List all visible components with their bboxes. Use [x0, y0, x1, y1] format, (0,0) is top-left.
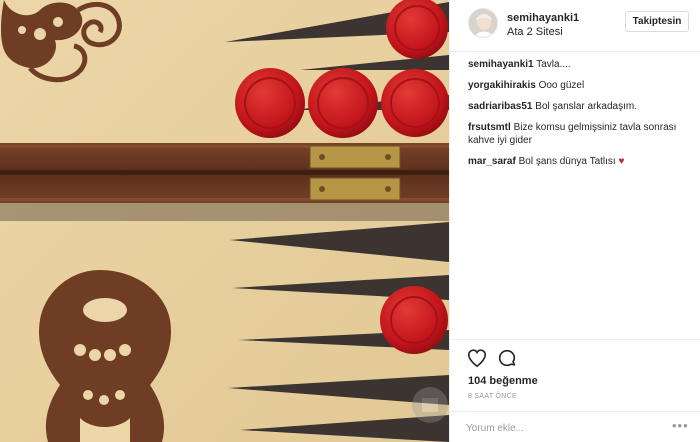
avatar[interactable]	[468, 8, 498, 38]
post-actions: 104 beğenme 8 SAAT ÖNCE •••	[450, 339, 700, 442]
comment: yorgakihirakis Ooo güzel	[468, 79, 690, 92]
post-photo[interactable]	[0, 0, 449, 442]
comment-text: Bol şanslar arkadaşım.	[535, 101, 637, 112]
comment-text: Tavla....	[536, 59, 571, 70]
add-comment-bar: •••	[450, 411, 700, 442]
post-author-username[interactable]: semihayanki1	[507, 12, 579, 24]
heart-icon: ♥	[618, 156, 625, 167]
comment-input[interactable]	[466, 420, 666, 436]
comments-list: semihayanki1 Tavla.... yorgakihirakis Oo…	[468, 58, 690, 176]
bottom-checker	[380, 286, 448, 354]
comment-username[interactable]: semihayanki1	[468, 59, 534, 70]
post-timestamp: 8 SAAT ÖNCE	[468, 393, 517, 400]
watermark	[412, 387, 448, 423]
comment-username[interactable]: mar_saraf	[468, 156, 516, 167]
heart-icon[interactable]	[466, 347, 488, 369]
comment-username[interactable]: sadriaribas51	[468, 101, 533, 112]
comment-username[interactable]: frsutsmtl	[468, 122, 511, 133]
comment-text: Bol şans dünya Tatlısı	[518, 156, 616, 167]
comment-username[interactable]: yorgakihirakis	[468, 80, 536, 91]
post-header: semihayanki1 Ata 2 Sitesi Takiptesin	[450, 0, 700, 52]
likes-count[interactable]: 104 beğenme	[468, 375, 538, 387]
backgammon-board-image	[0, 0, 449, 442]
center-bar	[0, 143, 449, 221]
following-button[interactable]: Takiptesin	[625, 11, 689, 32]
more-options-icon[interactable]: •••	[672, 419, 689, 432]
post-location[interactable]: Ata 2 Sitesi	[507, 26, 563, 38]
post-side-panel: semihayanki1 Ata 2 Sitesi Takiptesin sem…	[449, 0, 700, 442]
comment: semihayanki1 Tavla....	[468, 58, 690, 71]
comment: sadriaribas51 Bol şanslar arkadaşım.	[468, 100, 690, 113]
comment: mar_saraf Bol şans dünya Tatlısı ♥	[468, 155, 690, 168]
comment-text: Ooo güzel	[538, 80, 585, 91]
comment-bubble-icon[interactable]	[496, 347, 518, 369]
comment: frsutsmtl Bize komsu gelmişsiniz tavla s…	[468, 121, 690, 147]
